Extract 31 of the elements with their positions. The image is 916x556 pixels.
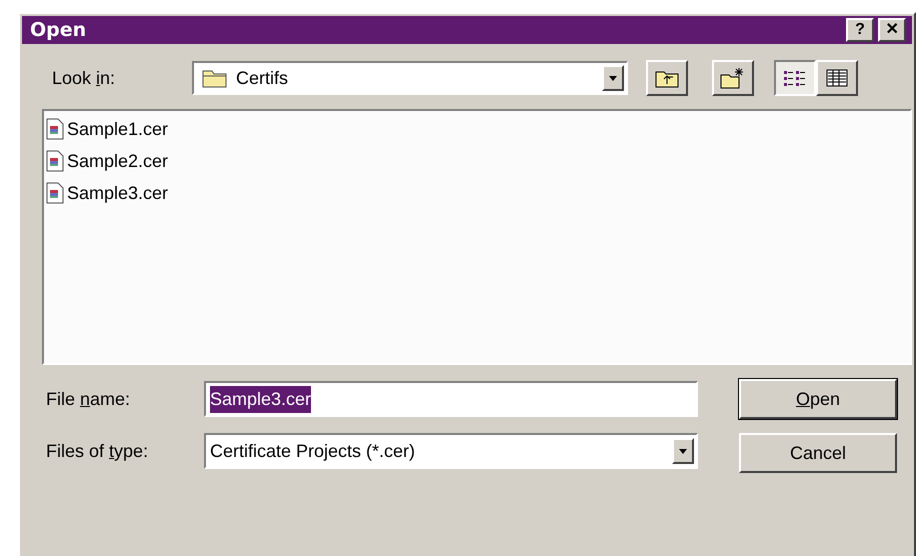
view-button[interactable] (774, 60, 816, 96)
look-in-dropdown[interactable]: Certifs (192, 61, 628, 95)
look-in-label: Look in: (52, 66, 116, 90)
certificate-file-icon (46, 150, 64, 172)
file-name-value: Sample3.cer (210, 386, 312, 412)
help-button[interactable]: ? (846, 18, 874, 42)
caret-icon (609, 76, 617, 80)
window-title: Open (30, 18, 86, 43)
file-name-label: File name: (46, 388, 132, 410)
certificate-file-icon (46, 118, 64, 140)
file-type-label: Files of type: (46, 440, 150, 463)
file-item[interactable]: Sample3.cer (46, 177, 172, 209)
look-in-value: Certifs (236, 66, 290, 90)
dialog-button[interactable]: Cancel (739, 433, 897, 473)
dropdown-button[interactable] (602, 65, 624, 91)
file-type-value: Certificate Projects (*.cer) (210, 440, 416, 463)
folder-icon (202, 68, 228, 88)
file-item[interactable]: Sample1.cer (46, 113, 172, 145)
details-view-icon (825, 68, 849, 88)
file-item[interactable]: Sample2.cer (46, 145, 172, 177)
new-folder-icon (720, 67, 746, 89)
caret-icon (679, 448, 687, 454)
file-type-dropdown[interactable]: Certificate Projects (*.cer) (204, 433, 698, 469)
toolbar-button[interactable] (712, 60, 754, 96)
certificate-file-icon (46, 182, 64, 204)
close-button[interactable]: ✕ (878, 18, 906, 42)
dropdown-button[interactable] (672, 438, 694, 464)
toolbar-button[interactable] (646, 60, 688, 96)
list-view-icon (783, 68, 807, 88)
dialog-button[interactable]: Open (739, 379, 897, 419)
file-name-field[interactable]: Sample3.cer (204, 381, 698, 417)
